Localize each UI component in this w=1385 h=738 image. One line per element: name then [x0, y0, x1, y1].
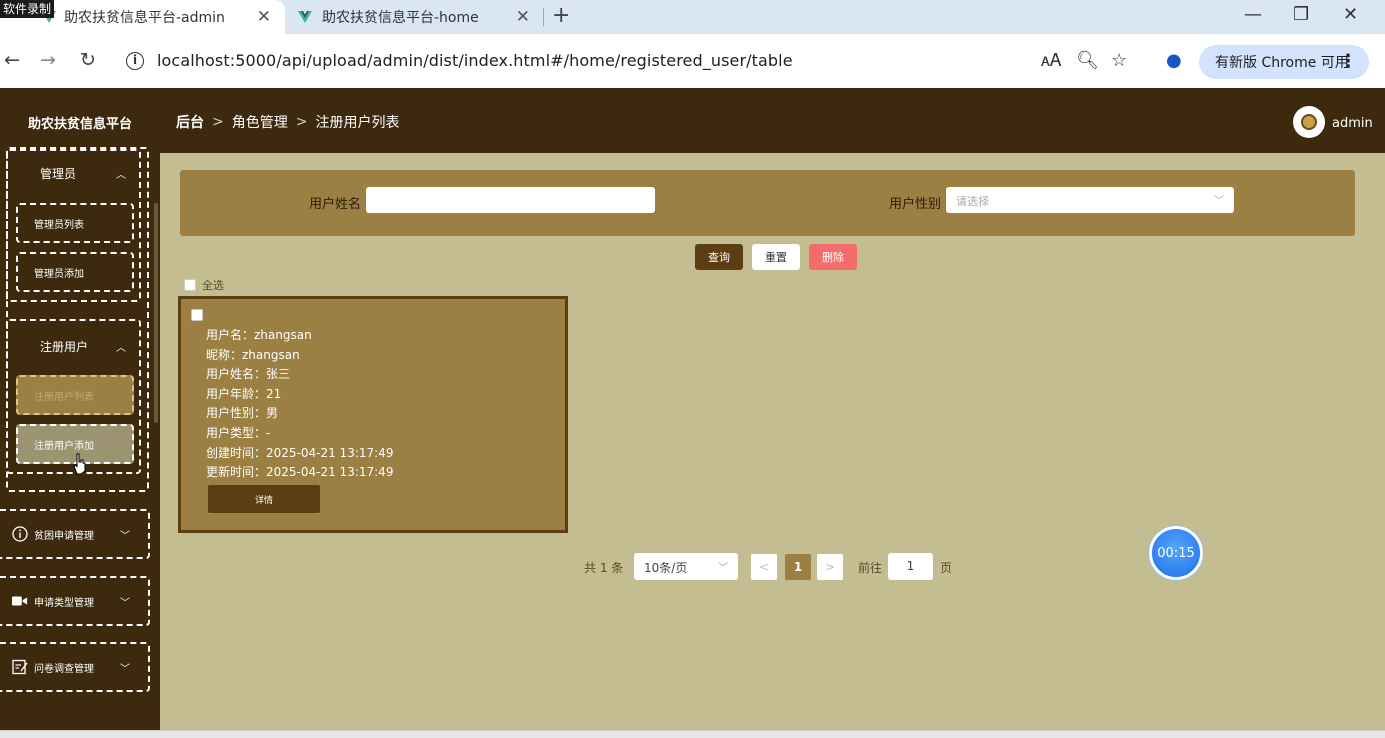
- main-content: 用户姓名 用户性别 请选择 ﹀ 查询 重置 删除 全选 用户名：zhangsan…: [160, 153, 1385, 738]
- prev-page-button[interactable]: <: [751, 554, 777, 580]
- sidebar-item-admin-add[interactable]: 管理员添加: [16, 252, 134, 292]
- breadcrumb-item[interactable]: 角色管理: [232, 112, 288, 132]
- site-info-icon[interactable]: i: [126, 52, 144, 70]
- tab-title: 助农扶贫信息平台-admin: [64, 10, 225, 26]
- field-nickname: 昵称：zhangsan: [206, 347, 300, 362]
- close-tab-icon[interactable]: ✕: [257, 7, 271, 27]
- hand-cursor-icon: [73, 453, 86, 475]
- avatar[interactable]: [1293, 106, 1325, 138]
- menu-poverty-application[interactable]: 贫困申请管理 ﹀: [0, 509, 150, 559]
- select-all-checkbox[interactable]: [184, 279, 196, 291]
- sidebar-scrollbar[interactable]: [154, 203, 158, 423]
- avatar-face-icon: [1301, 114, 1317, 130]
- zoom-icon[interactable]: 🔍︎: [1076, 50, 1099, 71]
- tab-title: 助农扶贫信息平台-home: [322, 10, 479, 26]
- page-size-value: 10条/页: [644, 561, 688, 575]
- page-size-select[interactable]: 10条/页 ﹀: [634, 553, 738, 580]
- reset-button[interactable]: 重置: [752, 244, 800, 270]
- translate-icon[interactable]: 🗚: [1041, 50, 1061, 71]
- close-tab-icon[interactable]: ✕: [516, 7, 530, 27]
- sidebar-item-admin-list[interactable]: 管理员列表: [16, 203, 134, 243]
- breadcrumb-separator-icon: >: [295, 114, 308, 130]
- bottom-strip: [0, 730, 1385, 738]
- goto-label: 前往: [858, 561, 883, 575]
- select-all-label: 全选: [202, 279, 224, 292]
- vue-logo-icon: [298, 11, 312, 23]
- chrome-update-button[interactable]: 有新版 Chrome 可用 ⋮: [1199, 45, 1369, 79]
- field-updated-time: 更新时间：2025-04-21 13:17:49: [206, 465, 394, 480]
- chevron-down-icon: ﹀: [120, 531, 130, 542]
- chevron-up-icon[interactable]: ︿: [116, 166, 126, 181]
- new-tab-icon[interactable]: +: [552, 3, 570, 28]
- close-window-icon[interactable]: ✕: [1343, 4, 1358, 25]
- tab-separator: [543, 8, 544, 26]
- breadcrumb-item: 注册用户列表: [315, 115, 400, 131]
- menu-application-type[interactable]: 申请类型管理 ﹀: [0, 576, 150, 626]
- field-realname: 用户姓名：张三: [206, 367, 291, 382]
- chevron-down-icon: ﹀: [1214, 196, 1224, 207]
- minimize-icon[interactable]: —: [1244, 4, 1262, 25]
- browser-tab-strip: 助农扶贫信息平台-admin ✕ 软件录制 助农扶贫信息平台-home ✕ + …: [0, 0, 1385, 34]
- field-age: 用户年龄：21: [206, 386, 282, 401]
- reload-icon[interactable]: ↻: [80, 49, 96, 71]
- card-checkbox[interactable]: [191, 309, 203, 321]
- username[interactable]: admin: [1332, 116, 1373, 131]
- delete-button[interactable]: 删除: [809, 244, 857, 270]
- user-card: 用户名：zhangsan 昵称：zhangsan 用户姓名：张三 用户年龄：21…: [178, 296, 568, 533]
- field-user-type: 用户类型：-: [206, 425, 271, 440]
- page-number-current[interactable]: 1: [785, 554, 811, 580]
- chevron-down-icon: ﹀: [120, 664, 130, 675]
- search-panel: 用户姓名 用户性别 请选择 ﹀: [180, 170, 1355, 236]
- profile-icon[interactable]: ●: [1166, 50, 1182, 71]
- restore-icon[interactable]: ❐: [1293, 4, 1309, 25]
- edit-document-icon: [12, 659, 28, 675]
- group-title-admin[interactable]: 管理员: [40, 165, 76, 182]
- bookmark-star-icon[interactable]: ☆: [1111, 50, 1127, 71]
- video-camera-icon: [12, 593, 28, 609]
- brand-title: 助农扶贫信息平台: [28, 117, 133, 132]
- field-username: 用户名：zhangsan: [206, 328, 312, 342]
- breadcrumb-separator-icon: >: [212, 114, 224, 130]
- address-bar[interactable]: localhost:5000/api/upload/admin/dist/ind…: [157, 51, 793, 70]
- breadcrumb-item[interactable]: 后台: [176, 112, 204, 132]
- sidebar: 管理员 ︿ 管理员列表 管理员添加 注册用户 ︿ 注册用户列表 注册用户添加 贫…: [0, 147, 160, 738]
- gender-label: 用户性别: [889, 197, 942, 212]
- field-gender: 用户性别：男: [206, 406, 279, 421]
- field-created-time: 创建时间：2025-04-21 13:17:49: [206, 445, 394, 460]
- gender-select[interactable]: 请选择 ﹀: [946, 187, 1234, 213]
- pagination-total: 共 1 条: [584, 560, 624, 575]
- query-button[interactable]: 查询: [695, 244, 743, 270]
- sidebar-item-registered-user-list[interactable]: 注册用户列表: [16, 375, 134, 415]
- page-suffix-label: 页: [940, 561, 953, 575]
- detail-button[interactable]: 详情: [208, 485, 320, 513]
- info-circle-icon: [12, 526, 28, 542]
- next-page-button[interactable]: >: [817, 554, 843, 580]
- goto-page-input[interactable]: 1: [888, 553, 933, 580]
- menu-questionnaire[interactable]: 问卷调查管理 ﹀: [0, 642, 150, 692]
- gender-placeholder: 请选择: [956, 195, 989, 208]
- chevron-down-icon: ﹀: [718, 563, 728, 574]
- more-menu-icon[interactable]: ⋮: [1339, 51, 1357, 72]
- recorder-label: 软件录制: [0, 0, 55, 18]
- tab-home[interactable]: 助农扶贫信息平台-home ✕: [294, 0, 544, 34]
- chevron-down-icon: ﹀: [120, 598, 130, 609]
- group-title-registered-user[interactable]: 注册用户: [40, 338, 88, 355]
- update-label: 有新版 Chrome 可用: [1215, 55, 1349, 71]
- back-icon[interactable]: ←: [4, 49, 20, 71]
- breadcrumb: 后台 > 角色管理 > 注册用户列表: [176, 112, 399, 132]
- name-label: 用户姓名: [309, 197, 362, 212]
- recording-timer[interactable]: 00:15: [1149, 526, 1203, 580]
- app-header: 助农扶贫信息平台 后台 > 角色管理 > 注册用户列表 admin: [0, 88, 1385, 153]
- select-all[interactable]: 全选: [184, 277, 224, 293]
- chevron-up-icon[interactable]: ︿: [116, 339, 126, 354]
- name-input[interactable]: [366, 187, 655, 213]
- forward-icon[interactable]: →: [40, 49, 56, 71]
- browser-toolbar: ← → ↻ i localhost:5000/api/upload/admin/…: [0, 34, 1385, 88]
- card-fields: 用户名：zhangsan 昵称：zhangsan 用户姓名：张三 用户年龄：21…: [206, 326, 393, 483]
